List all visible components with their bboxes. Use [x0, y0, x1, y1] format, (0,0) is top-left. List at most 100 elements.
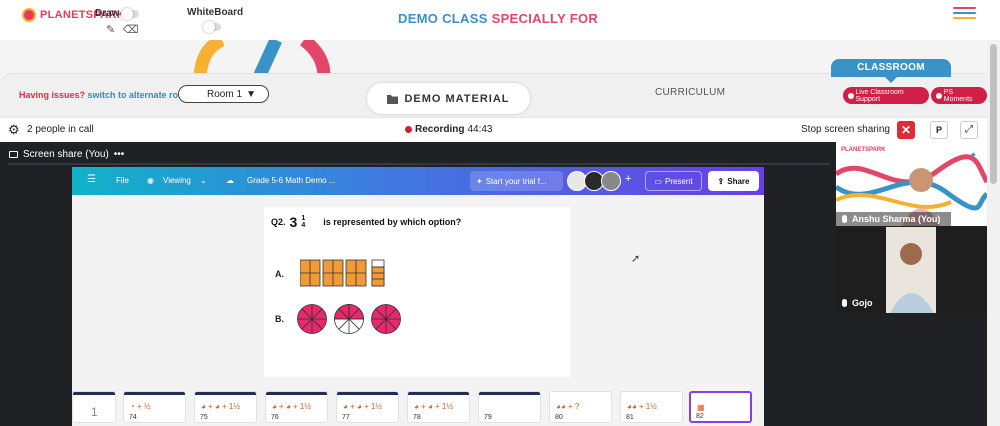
thumbnail-content: 1	[91, 405, 98, 419]
eraser-icon[interactable]: ⌫	[123, 23, 139, 36]
page-thumbnails: 1 ◔ + ½ 74 ◕ + ◕ + 1½ 75 ◕ + ◕ + 1½ 76 ◕…	[72, 389, 764, 426]
p-button[interactable]: P	[930, 121, 948, 139]
thumbnail-strip	[337, 392, 398, 395]
trial-label: Start your trial f...	[485, 176, 547, 186]
thumbnail-comment-count: 79	[484, 414, 492, 421]
demo-material-button[interactable]: DEMO MATERIAL	[367, 83, 530, 114]
document-title[interactable]: Grade 5-6 Math Demo ...	[247, 176, 335, 185]
gear-icon[interactable]: ⚙	[8, 122, 20, 138]
support-icon	[848, 92, 854, 99]
fraction-denominator: 4	[301, 222, 306, 229]
thumbnail[interactable]: ◕◕ + ? 80	[549, 391, 612, 423]
demo-material-label: DEMO MATERIAL	[404, 92, 510, 105]
thumbnail-comment-count: 80	[555, 414, 563, 421]
draw-label: Draw	[95, 8, 120, 19]
shared-screen: ☰ File ◉ Viewing ⌄ ☁ Grade 5-6 Math Demo…	[72, 167, 764, 426]
recording-label: Recording	[415, 124, 465, 135]
ps-moments-button[interactable]: PS Moments	[931, 87, 987, 104]
screen-share-header: Screen share (You) •••	[9, 149, 124, 160]
eye-icon: ◉	[147, 176, 154, 185]
thumbnail[interactable]: ◕ + ◕ + 1½ 75	[194, 391, 257, 423]
draw-toggle[interactable]	[121, 8, 139, 20]
present-button[interactable]: ▭ Present	[645, 171, 702, 191]
thumbnail-content: ◕ + ◕ + 1½	[201, 402, 241, 411]
call-bar: ⚙ 2 people in call Recording 44:43 Stop …	[0, 117, 987, 142]
chevron-down-icon: ⌄	[200, 176, 207, 185]
live-support-label: Live Classroom Support	[855, 88, 904, 103]
thumbnail[interactable]: ◔ + ½ 74	[123, 391, 186, 423]
thumbnail-content: ▦	[697, 403, 705, 412]
thumbnail[interactable]: ◕ + ◕ + 1½ 76	[265, 391, 328, 423]
viewing-menu[interactable]: Viewing	[163, 176, 191, 185]
whiteboard-label: WhiteBoard	[187, 7, 244, 18]
avatar[interactable]	[601, 171, 621, 191]
thumbnail-strip	[408, 392, 469, 395]
thumbnail-content: ◕ + ◕ + 1½	[414, 402, 454, 411]
participant-tile-self[interactable]: PLANETSPARK ✦ Anshu Sharma (You)	[836, 142, 987, 226]
option-b-label: B.	[275, 314, 284, 324]
fraction-numerator: 1	[301, 215, 306, 222]
thumbnail-comment-count: 81	[626, 414, 634, 421]
share-label: Share	[727, 176, 750, 186]
thumbnail[interactable]: ◕ + ◕ + 1½ 77	[336, 391, 399, 423]
more-options-icon[interactable]: •••	[114, 149, 125, 160]
monitor-icon	[9, 151, 18, 158]
microphone-icon	[842, 299, 847, 307]
close-icon: ✕	[900, 123, 912, 137]
thumbnail-selected[interactable]: ▦ 82	[689, 391, 752, 423]
option-a-label: A.	[275, 269, 284, 279]
scrollbar-thumb[interactable]	[990, 44, 997, 184]
start-trial-button[interactable]: ✦ Start your trial f...	[470, 171, 563, 191]
share-button[interactable]: ⇪ Share	[708, 171, 759, 191]
moments-icon	[936, 92, 942, 99]
alternate-room-link[interactable]: switch to alternate room	[88, 90, 192, 100]
upload-icon: ⇪	[717, 176, 725, 186]
pencil-icon[interactable]: ✎	[106, 23, 115, 36]
page-scrollbar[interactable]	[987, 40, 1000, 426]
hamburger-menu-icon[interactable]	[953, 7, 976, 19]
participant-tile-gojo[interactable]: Gojo	[836, 227, 987, 313]
question-text: Q2. 3 1 4 is represented by which option…	[271, 214, 461, 230]
thumbnail-comment-count: 82	[696, 413, 704, 420]
thumbnail-strip	[73, 392, 115, 395]
crown-icon: ✦	[476, 176, 483, 186]
mixed-whole: 3	[289, 214, 298, 230]
title-specially-for: SPECIALLY FOR	[491, 11, 599, 26]
share-underline	[8, 163, 830, 165]
having-issues-label: Having issues?	[19, 90, 86, 100]
thumbnail-strip	[124, 392, 185, 395]
expand-button[interactable]: ⤢	[960, 121, 978, 139]
thumbnail-content: ◕ + ◕ + 1½	[343, 402, 383, 411]
canva-toolbar: ☰ File ◉ Viewing ⌄ ☁ Grade 5-6 Math Demo…	[72, 167, 764, 195]
stop-sharing-button[interactable]: ✕	[897, 121, 915, 139]
menu-icon[interactable]: ☰	[87, 174, 96, 185]
thumbnail-comment-count: 74	[129, 414, 137, 421]
thumbnail-content: ◕ + ◕ + 1½	[272, 402, 312, 411]
add-collaborator-button[interactable]: +	[625, 173, 631, 185]
people-count: 2 people in call	[27, 124, 94, 135]
room-select[interactable]: Room 1 ▼	[178, 85, 269, 103]
thumbnail[interactable]: 79	[478, 391, 541, 423]
mouse-cursor-icon: ➚	[631, 253, 641, 265]
issue-text: Having issues? switch to alternate room	[19, 90, 192, 100]
caret-down-icon: ▼	[246, 89, 256, 100]
thumbnail-comment-count: 75	[200, 414, 208, 421]
page-title: DEMO CLASS SPECIALLY FOR	[398, 11, 598, 26]
classroom-tab[interactable]: CLASSROOM	[831, 59, 951, 83]
recording-indicator: Recording 44:43	[405, 124, 492, 135]
curriculum-tab[interactable]: CURRICULUM	[655, 87, 725, 98]
file-menu[interactable]: File	[116, 176, 129, 185]
whiteboard-toggle[interactable]	[203, 21, 221, 33]
microphone-icon	[842, 215, 847, 223]
record-dot-icon	[405, 126, 412, 133]
thumbnail[interactable]: 1	[72, 391, 116, 423]
question-number: Q2.	[271, 217, 286, 227]
thumbnail[interactable]: ◕ + ◕ + 1½ 78	[407, 391, 470, 423]
live-support-button[interactable]: Live Classroom Support	[843, 87, 929, 104]
participant-name: Anshu Sharma (You)	[852, 214, 941, 224]
room-select-value: Room 1	[207, 88, 243, 100]
thumbnail-content: ◕◕ + 1½	[627, 402, 657, 411]
thumbnail[interactable]: ◕◕ + 1½ 81	[620, 391, 683, 423]
thumbnail-strip	[479, 392, 540, 395]
recording-time: 44:43	[467, 124, 493, 135]
